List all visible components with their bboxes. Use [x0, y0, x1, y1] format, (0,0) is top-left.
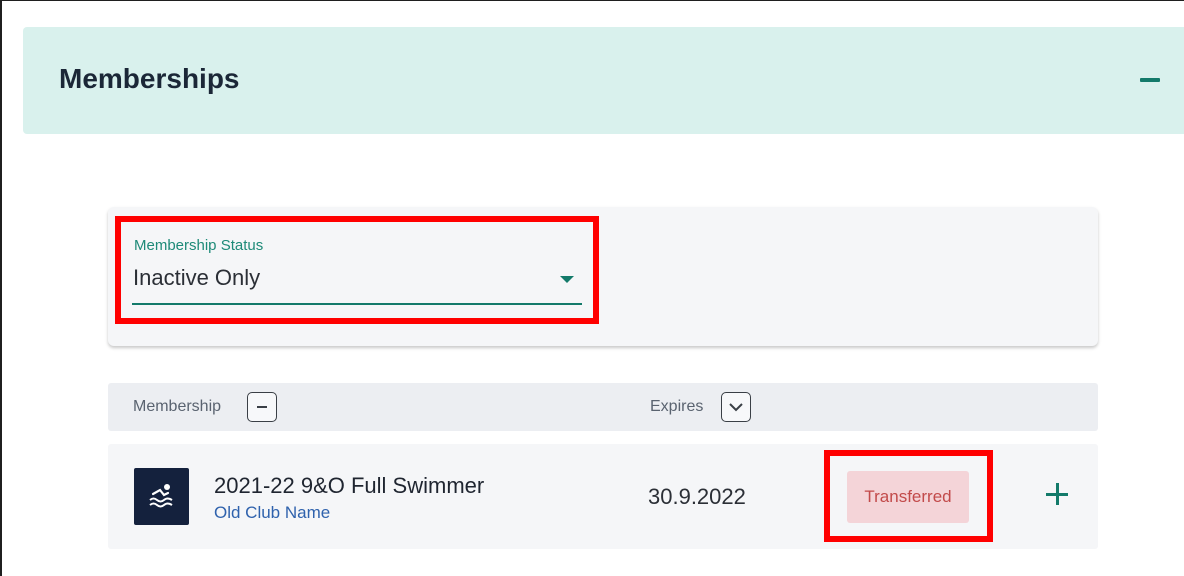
select-underline [132, 303, 582, 305]
table-header: Membership Expires [108, 383, 1098, 431]
membership-name: 2021-22 9&O Full Swimmer [214, 473, 485, 498]
dropdown-arrow-icon[interactable] [560, 276, 574, 283]
expires-date: 30.9.2022 [648, 484, 746, 509]
table-row[interactable]: 2021-22 9&O Full Swimmer Old Club Name 3… [108, 444, 1098, 549]
collapse-icon[interactable] [1140, 78, 1160, 82]
memberships-section-header[interactable]: Memberships [23, 27, 1184, 134]
minus-icon [257, 406, 267, 408]
column-header-expires: Expires [650, 398, 704, 415]
status-badge: Transferred [847, 471, 969, 523]
membership-avatar [134, 468, 189, 525]
membership-status-select[interactable]: Membership Status Inactive Only [132, 232, 582, 306]
club-name-link[interactable]: Old Club Name [214, 503, 330, 523]
swimmer-icon [149, 484, 173, 508]
section-title: Memberships [59, 63, 240, 94]
membership-status-label: Membership Status [134, 237, 264, 254]
expires-sort-button[interactable] [721, 392, 751, 422]
membership-status-value[interactable]: Inactive Only [133, 265, 260, 291]
column-header-membership: Membership [133, 398, 222, 415]
chevron-down-icon [729, 403, 743, 412]
membership-sort-button[interactable] [247, 392, 277, 422]
plus-icon[interactable] [1046, 483, 1068, 505]
